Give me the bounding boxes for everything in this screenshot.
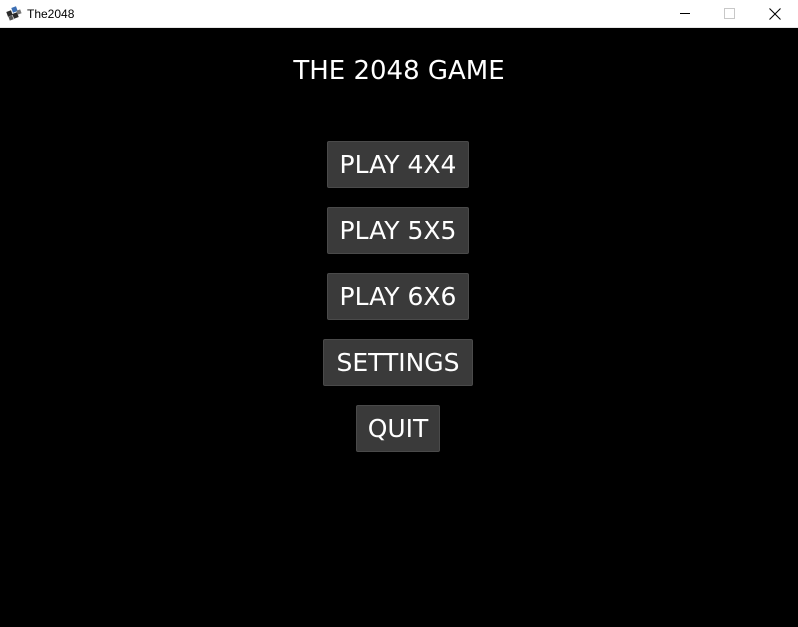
app-logo-icon (6, 6, 22, 22)
window-title: The2048 (27, 7, 75, 21)
game-title: THE 2048 GAME (293, 56, 505, 86)
settings-button[interactable]: SETTINGS (323, 339, 473, 386)
app-window: The2048 THE 2048 GAME PLAY 4X4 PLAY 5X5 … (0, 0, 798, 627)
title-bar[interactable]: The2048 (0, 0, 798, 28)
close-icon (769, 8, 781, 20)
maximize-icon (724, 8, 735, 19)
close-button[interactable] (752, 0, 798, 28)
minimize-button[interactable] (662, 0, 708, 28)
play-6x6-button[interactable]: PLAY 6X6 (327, 273, 469, 320)
maximize-button[interactable] (707, 0, 753, 28)
play-4x4-button[interactable]: PLAY 4X4 (327, 141, 469, 188)
main-menu: THE 2048 GAME PLAY 4X4 PLAY 5X5 PLAY 6X6… (0, 28, 798, 627)
quit-button[interactable]: QUIT (356, 405, 440, 452)
play-5x5-button[interactable]: PLAY 5X5 (327, 207, 469, 254)
minimize-icon (680, 13, 690, 14)
